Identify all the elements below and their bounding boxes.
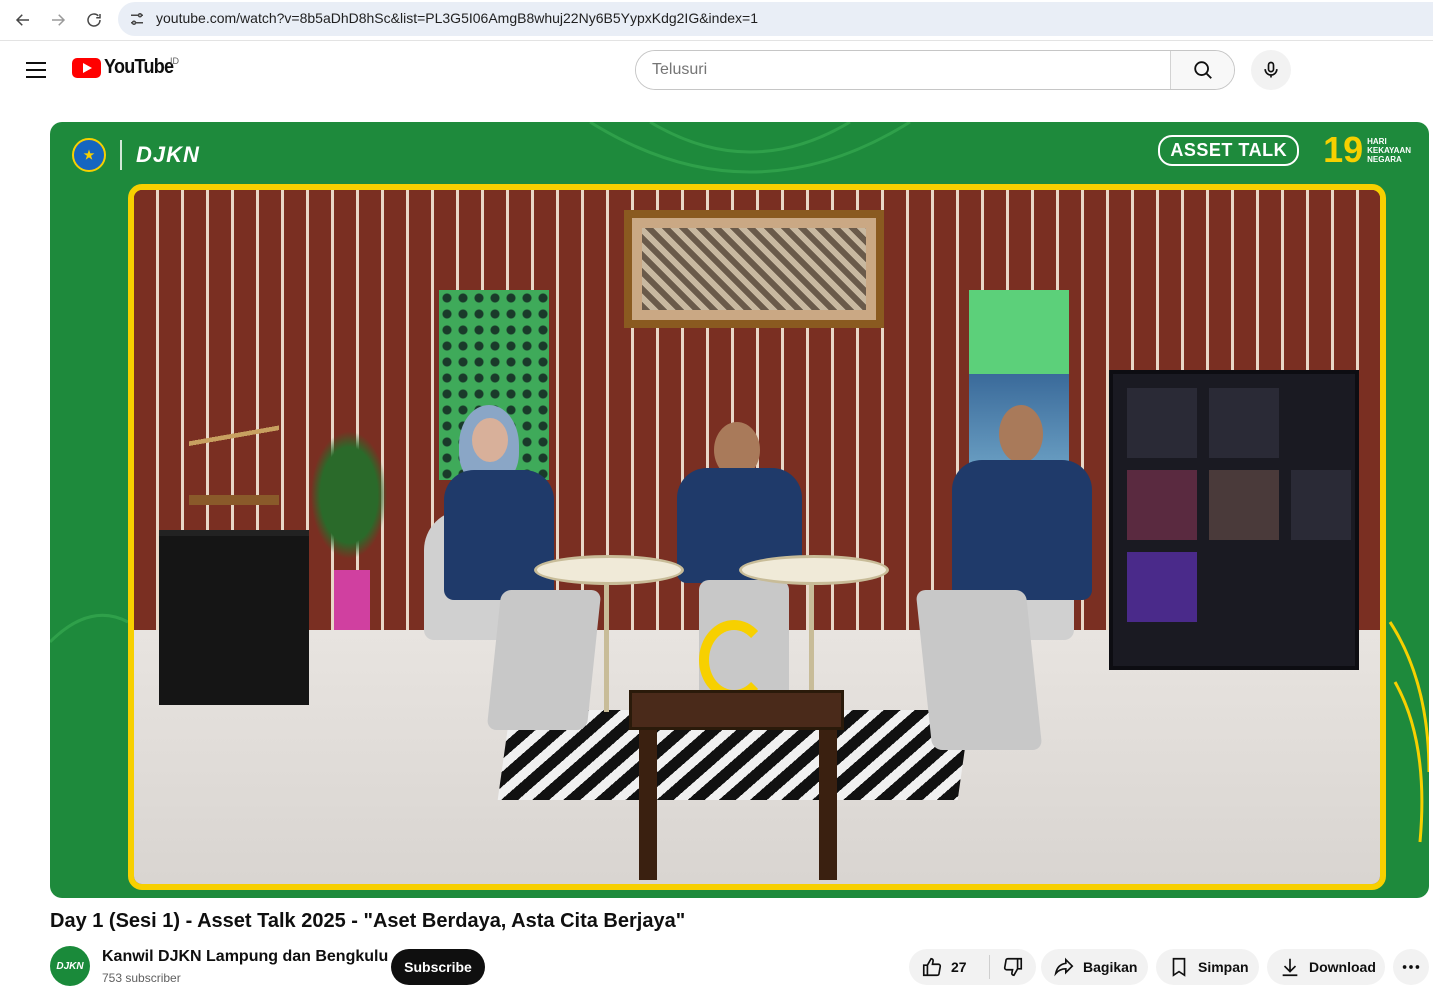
video-title: Day 1 (Sesi 1) - Asset Talk 2025 - "Aset… — [50, 910, 686, 932]
address-bar[interactable]: youtube.com/watch?v=8b5aDhD8hSc&list=PL3… — [118, 2, 1433, 36]
coffee-table-leg — [819, 730, 837, 880]
like-dislike-group: 27 — [909, 949, 1036, 985]
subscriber-count: 753 subscriber — [102, 971, 181, 985]
coffee-table-leg — [639, 730, 657, 880]
region-code: ID — [170, 56, 179, 66]
anniversary-number: 19 — [1323, 129, 1364, 170]
studio-scene — [128, 184, 1386, 890]
asset-talk-logo: ASSET TALK — [1158, 134, 1300, 166]
reload-icon[interactable] — [79, 6, 109, 34]
ministry-emblem-icon: ★ — [72, 138, 106, 172]
url-text: youtube.com/watch?v=8b5aDhD8hSc&list=PL3… — [156, 10, 758, 26]
anniversary-text-3: NEGARA — [1367, 154, 1402, 164]
share-label: Bagikan — [1083, 959, 1138, 975]
channel-avatar[interactable]: DJKN — [50, 946, 90, 986]
brand-djkn-text: DJKN — [136, 142, 200, 167]
video-player[interactable]: ★ DJKN ASSET TALK 19 HARI KEKAYAAN NEGAR… — [50, 122, 1429, 898]
thumbs-down-icon — [1003, 957, 1023, 977]
plant-pot — [334, 570, 370, 630]
thumbs-up-icon — [922, 957, 942, 977]
download-label: Download — [1309, 959, 1376, 975]
more-horizontal-icon — [1402, 965, 1420, 969]
search-button[interactable] — [1170, 51, 1234, 89]
microphone-icon — [1264, 61, 1278, 78]
anniversary-text-1: HARI — [1367, 136, 1387, 146]
share-icon — [1054, 957, 1074, 977]
tapis-painting — [624, 210, 884, 328]
site-settings-icon[interactable] — [128, 10, 146, 28]
anniversary-text-2: KEKAYAAN — [1367, 145, 1411, 155]
event-brand: ASSET TALK 19 HARI KEKAYAAN NEGARA — [1158, 132, 1411, 168]
black-cabinet — [159, 530, 309, 705]
djkn-brand: ★ DJKN — [72, 138, 200, 172]
bookmark-icon — [1172, 957, 1186, 977]
youtube-header: YouTube ID — [0, 42, 1433, 98]
youtube-play-icon — [72, 57, 101, 78]
side-table-left — [534, 555, 684, 585]
search-box — [635, 50, 1235, 90]
logo-text: YouTube — [104, 56, 174, 78]
share-button[interactable]: Bagikan — [1041, 949, 1148, 985]
potted-plant — [304, 420, 394, 570]
search-icon — [1193, 61, 1212, 79]
ship-model — [189, 395, 279, 505]
voice-search-button[interactable] — [1251, 50, 1291, 90]
subscribe-button[interactable]: Subscribe — [391, 949, 485, 985]
dislike-button[interactable] — [990, 949, 1036, 985]
more-actions-button[interactable] — [1393, 949, 1429, 985]
side-table-right — [739, 555, 889, 585]
table-leg — [604, 582, 609, 712]
save-button[interactable]: Simpan — [1156, 949, 1259, 985]
browser-toolbar: youtube.com/watch?v=8b5aDhD8hSc&list=PL3… — [0, 0, 1433, 41]
channel-name[interactable]: Kanwil DJKN Lampung dan Bengkulu — [102, 948, 388, 966]
youtube-logo[interactable]: YouTube — [72, 56, 181, 79]
coffee-table — [629, 690, 844, 730]
asset-talk-trophy — [699, 620, 769, 700]
bookshelf — [1109, 370, 1359, 670]
save-label: Simpan — [1198, 959, 1249, 975]
back-icon[interactable] — [8, 6, 38, 34]
like-count: 27 — [951, 959, 967, 975]
download-icon — [1282, 958, 1298, 977]
menu-icon[interactable] — [20, 54, 52, 86]
download-button[interactable]: Download — [1267, 949, 1385, 985]
search-input[interactable] — [636, 51, 1170, 89]
brand-divider — [120, 140, 122, 170]
like-button[interactable]: 27 — [909, 949, 989, 985]
hari-kekayaan-negara-logo: 19 HARI KEKAYAAN NEGARA — [1323, 132, 1411, 168]
forward-icon[interactable] — [43, 6, 73, 34]
